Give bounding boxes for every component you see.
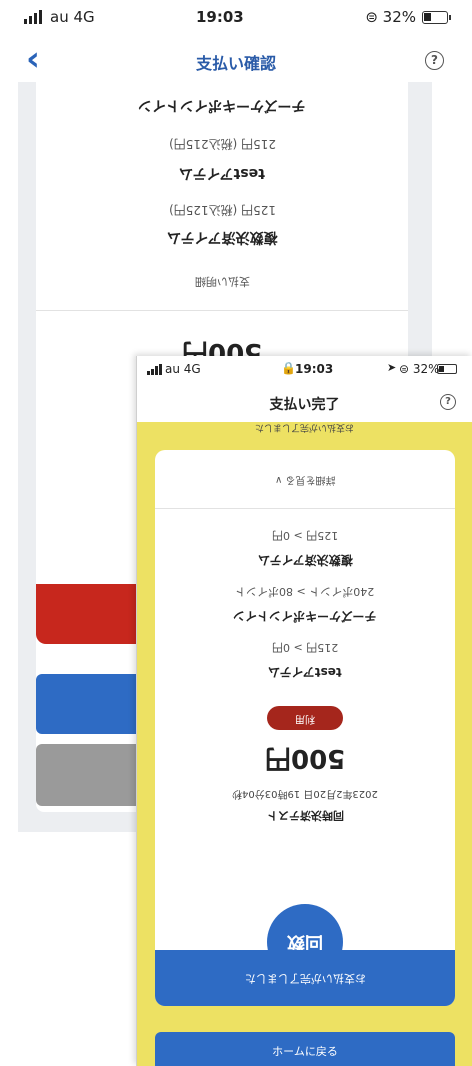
receipt-row: 215円 (税込215円) xyxy=(168,137,276,151)
completion-banner: お支払いが完了しました xyxy=(155,950,455,1006)
receipt-row: testアイテム xyxy=(179,165,265,181)
ticket-row: testアイテム xyxy=(268,665,342,679)
receipt-row: 支払い明細 xyxy=(194,275,250,288)
carrier-label: au 4G xyxy=(165,362,201,376)
location-icon: ➤ xyxy=(387,361,397,374)
carrier-label: au 4G xyxy=(50,8,95,26)
divider xyxy=(36,310,408,311)
help-icon[interactable]: ? xyxy=(425,51,444,70)
clock: 19:03 xyxy=(196,8,244,26)
battery-percent: ⊜ 32% xyxy=(365,8,416,26)
signal-icon xyxy=(24,10,42,24)
clock: 19:03 xyxy=(295,362,334,376)
back-to-home-button[interactable]: ホームに戻る xyxy=(155,1032,455,1066)
help-icon[interactable]: ? xyxy=(440,394,456,410)
ticket-row: 複数決済アイテム xyxy=(257,553,353,567)
ticket-row: 125円 > 0円 xyxy=(271,529,339,542)
nav-bar: 支払い完了 ? xyxy=(137,386,472,422)
payment-complete-screen: au 4G 🔒 19:03 ➤ ⊜ 32% 支払い完了 ? お支払いが完了しまし… xyxy=(136,356,472,1066)
payment-amount: 500円 xyxy=(264,743,346,773)
battery-percent: ⊜ 32% xyxy=(399,362,440,376)
receipt-row: 複数決済アイテム xyxy=(166,229,278,245)
status-badge: 利用 xyxy=(267,706,343,730)
nav-bar: ‹ 支払い確認 ? xyxy=(0,40,472,80)
payment-datetime: 2023年2月20日 19時03分04秒 xyxy=(232,788,378,799)
payment-ticket: 詳細を見る ∨ 125円 > 0円 複数決済アイテム 240ポイント > 80ポ… xyxy=(155,450,455,1006)
page-title: 支払い完了 xyxy=(269,397,340,413)
ticket-row: 215円 > 0円 xyxy=(271,641,339,654)
ticket-row: チーズケーキポイントイン xyxy=(233,609,377,623)
signal-icon xyxy=(147,364,162,375)
status-bar: au 4G 19:03 ⊜ 32% xyxy=(0,0,472,36)
lock-icon: 🔒 xyxy=(281,361,296,375)
receipt-row: チーズケーキポイントイン xyxy=(138,97,306,113)
shop-name: 同時決済テスト xyxy=(266,809,344,822)
page-title: 支払い確認 xyxy=(195,54,276,73)
divider xyxy=(155,508,455,509)
completion-background: お支払いが完了しました 詳細を見る ∨ 125円 > 0円 複数決済アイテム 2… xyxy=(137,422,472,1066)
battery-icon xyxy=(422,11,451,24)
status-bar: au 4G 🔒 19:03 ➤ ⊜ 32% xyxy=(137,356,472,384)
detail-toggle-link[interactable]: 詳細を見る ∨ xyxy=(155,474,455,489)
receipt-row: 125円 (税込125円) xyxy=(168,203,276,217)
battery-icon xyxy=(437,364,457,374)
completion-message: お支払いが完了しました xyxy=(254,422,354,432)
ticket-row: 240ポイント > 80ポイント xyxy=(235,585,375,598)
